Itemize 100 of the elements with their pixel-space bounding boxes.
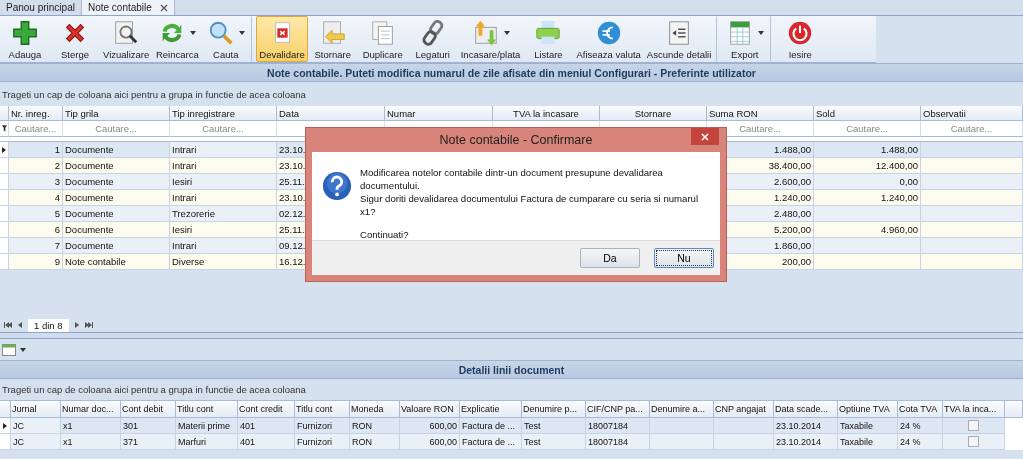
column-header[interactable]: Stornare xyxy=(600,106,707,121)
table-cell: 24 % xyxy=(898,418,943,434)
filter-field[interactable]: Cautare... xyxy=(170,121,277,137)
toolbar-button[interactable]: Legaturi xyxy=(407,16,458,62)
column-header[interactable]: Observatii xyxy=(921,106,1023,121)
column-header[interactable]: Cont credit xyxy=(238,401,295,418)
tab[interactable]: Panou principal xyxy=(0,0,82,15)
table-cell: 600,00 xyxy=(400,434,460,450)
toolbar-button[interactable]: Vizualizare xyxy=(100,16,153,62)
column-header[interactable]: Titlu cont xyxy=(295,401,350,418)
table-cell: 0,00 xyxy=(814,174,921,190)
table-cell: JC xyxy=(11,418,61,434)
filter-icon xyxy=(1,125,7,132)
filter-field[interactable]: Cautare... xyxy=(921,121,1023,137)
row-indicator[interactable] xyxy=(0,418,11,434)
checkbox[interactable] xyxy=(968,420,979,431)
column-header[interactable]: CNP angajat xyxy=(714,401,774,418)
close-icon[interactable] xyxy=(159,3,168,12)
table-cell: Test xyxy=(522,418,586,434)
add-icon xyxy=(11,18,39,47)
column-header[interactable]: Denumire p... xyxy=(522,401,586,418)
toolbar-button[interactable]: Ascunde detalii xyxy=(643,16,718,62)
toolbar-button[interactable]: Export xyxy=(721,16,772,62)
toolbar-button[interactable]: Incasare/plata xyxy=(457,16,524,62)
toolbar-button[interactable]: Afiseaza valuta xyxy=(573,16,644,62)
next-page-icon[interactable] xyxy=(74,322,79,328)
table-cell: 12.400,00 xyxy=(814,158,921,174)
column-header[interactable]: Data xyxy=(277,106,385,121)
column-header[interactable]: Tip inregistrare xyxy=(170,106,277,121)
checkbox[interactable] xyxy=(968,436,979,447)
column-header[interactable]: Cota TVA xyxy=(898,401,943,418)
table-cell: x1 xyxy=(61,434,121,450)
column-header[interactable]: Tip grila xyxy=(63,106,170,121)
table-cell: Marfuri xyxy=(176,434,238,450)
toolbar-button[interactable]: Devalidare xyxy=(256,16,308,62)
tab[interactable]: Note contabile xyxy=(81,0,175,15)
table-cell xyxy=(650,418,714,434)
toolbar-button[interactable]: Reincarca xyxy=(152,16,203,62)
column-header[interactable]: Denumire a... xyxy=(650,401,714,418)
table-cell: Diverse xyxy=(170,254,277,270)
toolbar-button[interactable]: Iesire xyxy=(775,16,826,62)
dialog-button[interactable]: Nu xyxy=(654,248,714,268)
column-header[interactable]: Nr. inreg. xyxy=(9,106,63,121)
column-header[interactable]: Valoare RON xyxy=(400,401,460,418)
group-hint: Trageti un cap de coloana aici pentru a grupa in functie de acea coloana xyxy=(1,87,307,102)
close-icon xyxy=(701,132,709,141)
column-header[interactable]: Sold xyxy=(814,106,921,121)
column-header[interactable]: Explicatie xyxy=(460,401,522,418)
table-cell: Intrari xyxy=(170,190,277,206)
table-cell: Documente xyxy=(63,158,170,174)
table-cell: JC xyxy=(11,434,61,450)
table-cell: 18007184 xyxy=(586,434,650,450)
filter-field[interactable]: Cautare... xyxy=(9,121,63,137)
last-page-icon[interactable] xyxy=(84,322,93,328)
column-header[interactable]: Suma RON xyxy=(707,106,814,121)
column-header[interactable]: Moneda xyxy=(350,401,400,418)
table-cell: Iesiri xyxy=(170,222,277,238)
table-cell: 23.10.2014 xyxy=(774,418,838,434)
close-button[interactable] xyxy=(691,128,719,145)
column-header[interactable]: TVA la incasare xyxy=(493,106,600,121)
row-indicator[interactable] xyxy=(0,142,9,158)
print-icon xyxy=(534,18,563,47)
column-header[interactable]: Jurnal xyxy=(11,401,61,418)
layout-button[interactable] xyxy=(0,343,28,356)
filter-field[interactable]: Cautare... xyxy=(814,121,921,137)
group-hint: Trageti un cap de coloana aici pentru a grupa in functie de acea coloana xyxy=(1,383,307,397)
column-header[interactable]: CIF/CNP pa... xyxy=(586,401,650,418)
toolbar-button[interactable]: Listare xyxy=(523,16,574,62)
column-header[interactable]: Data scade... xyxy=(774,401,838,418)
toolbar-button[interactable]: Stornare xyxy=(307,16,358,62)
details-title: Detalii linii document xyxy=(0,360,1023,379)
dialog-button[interactable]: Da xyxy=(580,248,640,268)
table-cell: RON xyxy=(350,418,400,434)
table-cell xyxy=(714,434,774,450)
table-cell: 1.488,00 xyxy=(814,142,921,158)
question-icon xyxy=(322,171,352,201)
table-cell: 371 xyxy=(121,434,176,450)
column-header[interactable]: Cont debit xyxy=(121,401,176,418)
column-header[interactable]: Numar doc... xyxy=(61,401,121,418)
first-page-icon[interactable] xyxy=(4,322,12,328)
filter-field[interactable]: Cautare... xyxy=(63,121,170,137)
toolbar-button[interactable]: Sterge xyxy=(50,16,100,62)
column-header[interactable]: TVA la inca... xyxy=(943,401,1005,418)
column-header[interactable]: Numar xyxy=(385,106,493,121)
column-header[interactable]: Optiune TVA xyxy=(838,401,898,418)
table-cell: 301 xyxy=(121,418,176,434)
table-cell xyxy=(650,434,714,450)
column-header[interactable]: Titlu cont xyxy=(176,401,238,418)
toolbar-button[interactable]: Adauga xyxy=(0,16,50,62)
toolbar-button[interactable]: Cauta xyxy=(202,16,253,62)
caret-icon xyxy=(503,30,510,35)
table-cell: Documente xyxy=(63,238,170,254)
toolbar-button[interactable]: Duplicare xyxy=(357,16,408,62)
table-cell: Iesiri xyxy=(170,174,277,190)
previous-page-icon[interactable] xyxy=(18,322,22,328)
table-cell: Test xyxy=(522,434,586,450)
table-cell: Taxabile xyxy=(838,434,898,450)
table-cell: 4 xyxy=(9,190,63,206)
table-cell xyxy=(714,418,774,434)
caret-icon xyxy=(238,30,245,35)
